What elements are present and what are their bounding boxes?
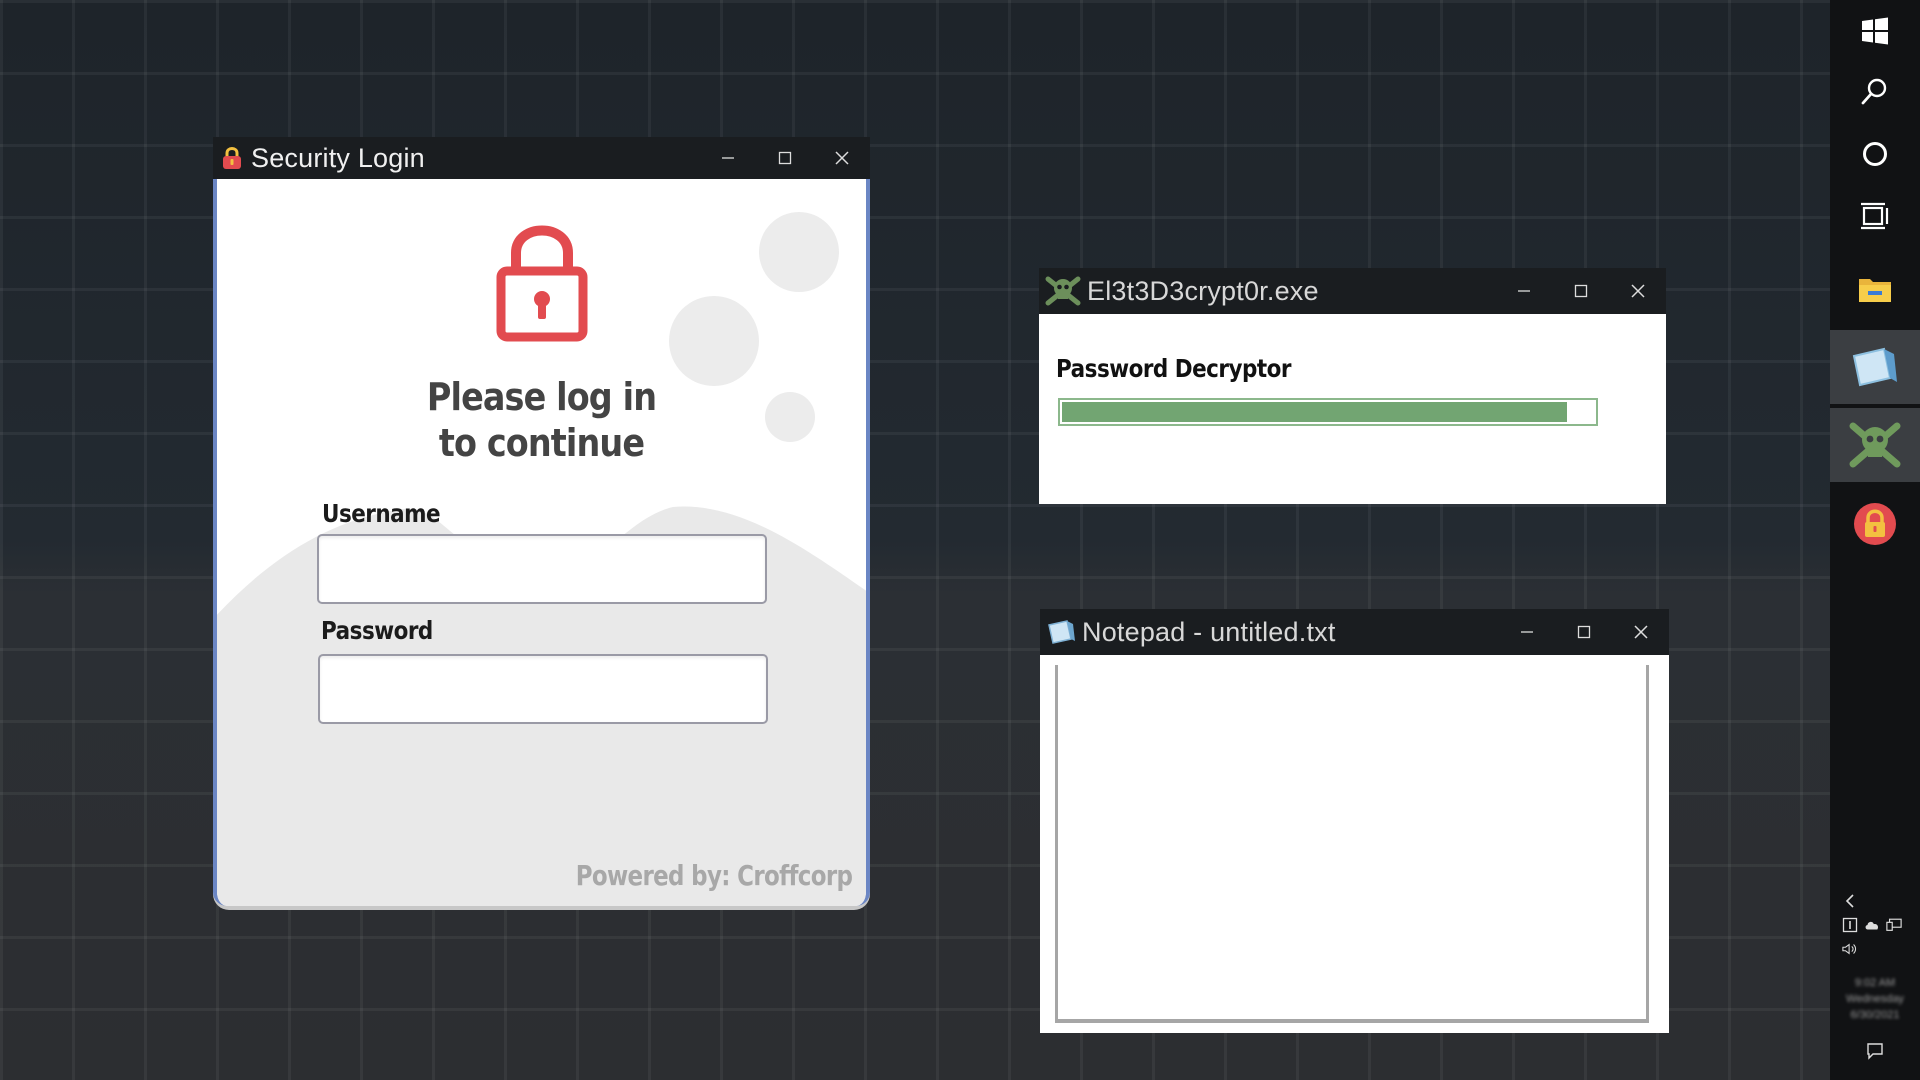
start-button[interactable]: [1830, 0, 1920, 62]
window-controls: [1495, 268, 1666, 314]
padlock-icon: [496, 225, 588, 342]
maximize-icon: [1577, 625, 1590, 639]
close-button[interactable]: [1612, 609, 1669, 655]
cortana-button[interactable]: [1830, 123, 1920, 185]
login-heading-line1: Please log in: [426, 375, 657, 419]
close-button[interactable]: [1609, 268, 1666, 314]
window-title: Security Login: [251, 142, 425, 173]
minimize-button[interactable]: [1495, 268, 1552, 314]
username-label: Username: [322, 499, 441, 528]
onedrive-icon[interactable]: [1864, 917, 1880, 933]
maximize-button[interactable]: [756, 137, 813, 179]
search-icon: [1861, 78, 1887, 105]
notepad-window: Notepad - untitled.txt: [1040, 609, 1669, 1033]
decrypt-progress-bar: [1058, 398, 1598, 426]
file-explorer-button[interactable]: [1830, 258, 1920, 320]
taskbar-decryptor-button[interactable]: [1830, 408, 1920, 482]
notepad-titlebar[interactable]: Notepad - untitled.txt: [1040, 609, 1669, 655]
decryptor-window: El3t3D3crypt0r.exe Password Decryptor: [1039, 268, 1666, 504]
task-view-button[interactable]: [1830, 185, 1920, 247]
taskbar-notepad-button[interactable]: [1830, 330, 1920, 404]
network-icon[interactable]: [1886, 917, 1902, 933]
taskbar: 9:02 AM Wednesday 6/30/2021: [1830, 0, 1920, 1080]
folder-icon: [1859, 279, 1891, 302]
notification-icon: [1867, 1043, 1883, 1060]
minimize-button[interactable]: [1498, 609, 1555, 655]
powered-by-footer: Powered by: Croffcorp: [575, 859, 852, 892]
padlock-icon: [1854, 503, 1896, 545]
decorative-bubble: [759, 212, 839, 292]
window-title: El3t3D3crypt0r.exe: [1087, 275, 1319, 306]
login-heading: Please log in to continue: [256, 374, 827, 466]
minimize-icon: [721, 157, 734, 159]
task-view-icon: [1861, 202, 1889, 230]
close-icon: [1630, 284, 1645, 298]
window-controls: [1498, 609, 1669, 655]
circle-icon: [1863, 142, 1887, 166]
notepad-text-area[interactable]: [1055, 665, 1649, 1023]
decrypt-progress-fill: [1062, 402, 1568, 422]
password-input[interactable]: [318, 654, 768, 724]
username-input[interactable]: [317, 534, 767, 604]
minimize-button[interactable]: [699, 137, 756, 179]
minimize-icon: [1520, 631, 1533, 633]
decryptor-window-body: Password Decryptor: [1039, 314, 1666, 504]
skull-crossbones-icon: [1045, 276, 1081, 306]
clock-time: 9:02 AM: [1854, 977, 1896, 989]
decryptor-titlebar[interactable]: El3t3D3crypt0r.exe: [1039, 268, 1666, 314]
window-title: Notepad - untitled.txt: [1082, 616, 1336, 647]
clock-date: 6/30/2021: [1850, 1009, 1900, 1021]
maximize-icon: [778, 151, 791, 165]
padlock-icon: [219, 145, 245, 171]
login-titlebar[interactable]: Security Login: [213, 137, 870, 179]
action-center-button[interactable]: [1830, 1022, 1920, 1080]
security-login-window: Please log in to continue Username Passw…: [213, 137, 870, 910]
maximize-button[interactable]: [1555, 609, 1612, 655]
volume-icon[interactable]: [1842, 941, 1858, 957]
notepad-window-body: [1040, 655, 1669, 1033]
windows-logo-icon: [1862, 17, 1888, 45]
maximize-button[interactable]: [1552, 268, 1609, 314]
taskbar-security-login-button[interactable]: [1830, 493, 1920, 555]
ime-icon[interactable]: [1842, 917, 1858, 933]
skull-crossbones-icon: [1849, 422, 1901, 468]
window-controls: [699, 137, 870, 179]
decorative-bubble: [669, 296, 759, 386]
taskbar-clock[interactable]: 9:02 AM Wednesday 6/30/2021: [1830, 975, 1920, 1023]
decryptor-heading: Password Decryptor: [1056, 354, 1291, 383]
close-icon: [834, 151, 849, 165]
close-button[interactable]: [813, 137, 870, 179]
maximize-icon: [1574, 284, 1587, 298]
clock-day: Wednesday: [1846, 993, 1904, 1005]
minimize-icon: [1517, 290, 1530, 292]
close-icon: [1633, 625, 1648, 639]
notepad-icon: [1046, 619, 1076, 645]
notepad-icon: [1852, 347, 1897, 387]
password-label: Password: [321, 616, 433, 645]
login-heading-line2: to continue: [438, 421, 645, 465]
search-button[interactable]: [1830, 60, 1920, 122]
chevron-left-icon[interactable]: [1842, 893, 1858, 909]
login-window-body: Please log in to continue Username Passw…: [213, 179, 870, 906]
